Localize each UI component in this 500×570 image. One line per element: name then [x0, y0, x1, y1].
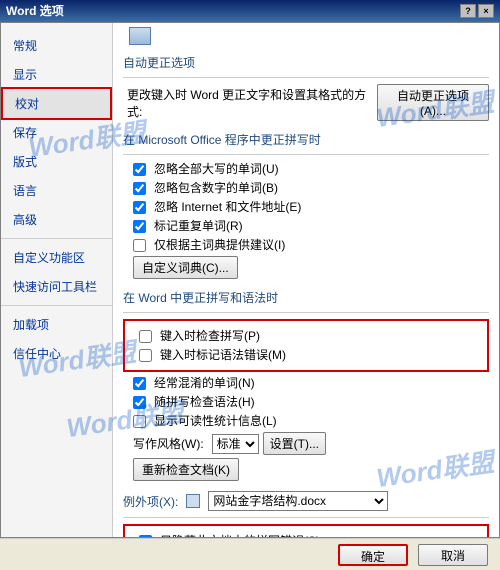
- writing-style-select[interactable]: 标准: [212, 434, 259, 454]
- exceptions-document-select[interactable]: 网站金字塔结构.docx: [208, 491, 388, 511]
- autocorrect-row: 更改键入时 Word 更正文字和设置其格式的方式: 自动更正选项(A)...: [127, 84, 489, 121]
- opt-label: 忽略全部大写的单词(U): [154, 161, 279, 177]
- sidebar-item-general[interactable]: 常规: [1, 31, 112, 60]
- cancel-button[interactable]: 取消: [418, 544, 488, 566]
- content-panel: 自动更正选项 更改键入时 Word 更正文字和设置其格式的方式: 自动更正选项(…: [113, 23, 499, 537]
- writing-style-settings-button[interactable]: 设置(T)...: [263, 432, 326, 455]
- opt-label: 经常混淆的单词(N): [154, 375, 255, 391]
- checkbox[interactable]: [139, 535, 152, 538]
- opt-label: 忽略 Internet 和文件地址(E): [154, 199, 301, 215]
- checkbox[interactable]: [133, 220, 146, 233]
- writing-style-row: 写作风格(W): 标准 设置(T)...: [133, 432, 489, 455]
- section-word-title: 在 Word 中更正拼写和语法时: [123, 285, 489, 313]
- opt-check-spelling-typing[interactable]: 键入时检查拼写(P): [139, 328, 483, 344]
- thumbnail-icon: [129, 27, 151, 45]
- checkbox[interactable]: [133, 201, 146, 214]
- checkbox[interactable]: [133, 377, 146, 390]
- autocorrect-desc: 更改键入时 Word 更正文字和设置其格式的方式:: [127, 86, 371, 120]
- section-exceptions-title: 例外项(X): 网站金字塔结构.docx: [123, 487, 489, 518]
- recheck-document-button[interactable]: 重新检查文档(K): [133, 458, 239, 481]
- opt-readability-stats[interactable]: 显示可读性统计信息(L): [133, 413, 489, 429]
- titlebar-buttons: ? ×: [460, 4, 494, 18]
- sidebar-item-display[interactable]: 显示: [1, 60, 112, 89]
- autocorrect-options-button[interactable]: 自动更正选项(A)...: [377, 84, 489, 121]
- checkbox[interactable]: [139, 330, 152, 343]
- dialog-button-bar: 确定 取消: [0, 538, 500, 570]
- highlight-group-exceptions: 只隐藏此文档中的拼写错误(S) 只隐藏此文档中的语法错误(D): [123, 524, 489, 537]
- opt-label: 只隐藏此文档中的拼写错误(S): [160, 533, 320, 537]
- sidebar-item-advanced[interactable]: 高级: [1, 205, 112, 234]
- checkbox[interactable]: [133, 396, 146, 409]
- opt-label: 忽略包含数字的单词(B): [154, 180, 278, 196]
- section-autocorrect-title: 自动更正选项: [123, 50, 489, 78]
- sidebar-item-addins[interactable]: 加载项: [1, 310, 112, 339]
- checkbox[interactable]: [133, 182, 146, 195]
- custom-dictionary-button[interactable]: 自定义词典(C)...: [133, 256, 238, 279]
- sidebar-item-trust[interactable]: 信任中心: [1, 339, 112, 368]
- exceptions-label: 例外项(X):: [123, 493, 178, 510]
- help-button[interactable]: ?: [460, 4, 476, 18]
- main-area: 常规 显示 校对 保存 版式 语言 高级 自定义功能区 快速访问工具栏 加载项 …: [0, 22, 500, 538]
- sidebar-item-save[interactable]: 保存: [1, 118, 112, 147]
- opt-label: 键入时检查拼写(P): [160, 328, 260, 344]
- opt-flag-repeated[interactable]: 标记重复单词(R): [133, 218, 489, 234]
- close-button[interactable]: ×: [478, 4, 494, 18]
- opt-confused-words[interactable]: 经常混淆的单词(N): [133, 375, 489, 391]
- opt-mark-grammar-typing[interactable]: 键入时标记语法错误(M): [139, 347, 483, 363]
- checkbox[interactable]: [133, 415, 146, 428]
- sidebar-item-ribbon[interactable]: 自定义功能区: [1, 243, 112, 272]
- sidebar-separator: [1, 305, 112, 306]
- opt-main-dict-only[interactable]: 仅根据主词典提供建议(I): [133, 237, 489, 253]
- sidebar-item-proofing[interactable]: 校对: [1, 87, 112, 120]
- document-icon: [186, 494, 200, 508]
- sidebar-item-qat[interactable]: 快速访问工具栏: [1, 272, 112, 301]
- opt-ignore-internet[interactable]: 忽略 Internet 和文件地址(E): [133, 199, 489, 215]
- highlight-group-spellcheck: 键入时检查拼写(P) 键入时标记语法错误(M): [123, 319, 489, 372]
- writing-style-label: 写作风格(W):: [133, 436, 204, 452]
- opt-ignore-numbers[interactable]: 忽略包含数字的单词(B): [133, 180, 489, 196]
- opt-label: 标记重复单词(R): [154, 218, 243, 234]
- opt-label: 随拼写检查语法(H): [154, 394, 255, 410]
- opt-label: 键入时标记语法错误(M): [160, 347, 286, 363]
- checkbox[interactable]: [133, 163, 146, 176]
- checkbox[interactable]: [133, 239, 146, 252]
- sidebar-item-layout[interactable]: 版式: [1, 147, 112, 176]
- ok-button[interactable]: 确定: [338, 544, 408, 566]
- opt-label: 仅根据主词典提供建议(I): [154, 237, 285, 253]
- opt-grammar-with-spelling[interactable]: 随拼写检查语法(H): [133, 394, 489, 410]
- sidebar-item-language[interactable]: 语言: [1, 176, 112, 205]
- opt-ignore-uppercase[interactable]: 忽略全部大写的单词(U): [133, 161, 489, 177]
- sidebar: 常规 显示 校对 保存 版式 语言 高级 自定义功能区 快速访问工具栏 加载项 …: [1, 23, 113, 537]
- section-office-title: 在 Microsoft Office 程序中更正拼写时: [123, 127, 489, 155]
- window-title: Word 选项: [6, 0, 64, 22]
- opt-hide-spelling-errors[interactable]: 只隐藏此文档中的拼写错误(S): [139, 533, 483, 537]
- titlebar: Word 选项 ? ×: [0, 0, 500, 22]
- sidebar-separator: [1, 238, 112, 239]
- opt-label: 显示可读性统计信息(L): [154, 413, 277, 429]
- checkbox[interactable]: [139, 349, 152, 362]
